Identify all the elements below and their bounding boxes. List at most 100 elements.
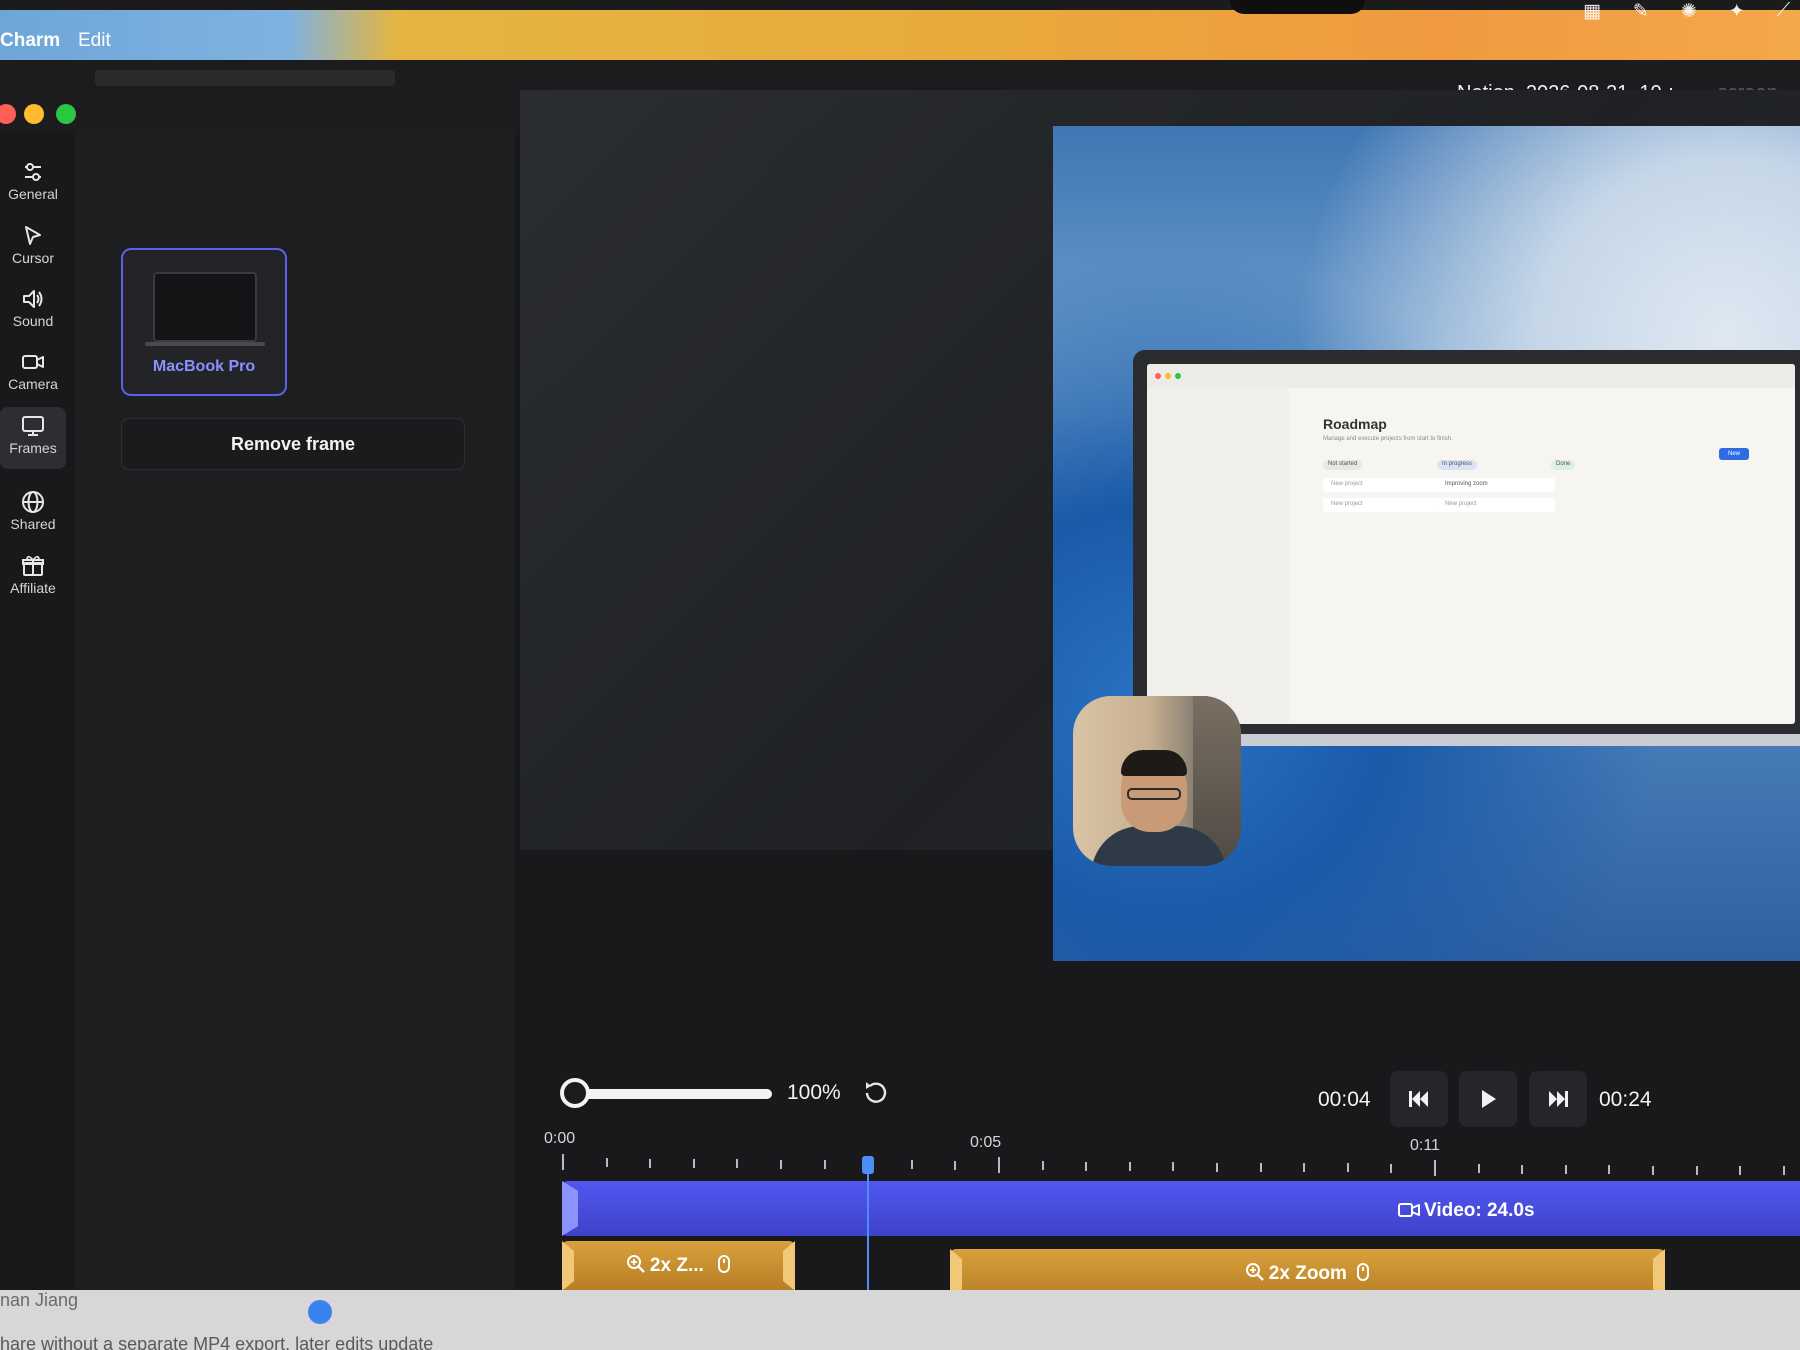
sidebar-item-shared[interactable]: Shared [0, 485, 66, 543]
inner-max-dot [1175, 373, 1181, 379]
inner-column: Improving zoom New project [1437, 478, 1555, 548]
sidebar-item-general[interactable]: General [0, 155, 66, 213]
ruler-tick [1564, 1164, 1567, 1174]
play-icon [1482, 1090, 1496, 1108]
puzzle-icon[interactable]: ✎ [1633, 0, 1649, 22]
ruler-tick [1521, 1164, 1524, 1174]
skip-forward-button[interactable] [1529, 1071, 1587, 1127]
system-menu-bar: Charm Edit ▦ ✎ ✺ ✦ ⟋ [0, 0, 1800, 60]
playhead-line[interactable] [867, 1170, 869, 1293]
ai-icon[interactable]: ✺ [1681, 0, 1697, 22]
sidebar-item-label: Sound [12, 313, 54, 329]
inner-chip-done: Done [1551, 460, 1576, 470]
inner-page-title: Roadmap [1323, 416, 1387, 432]
browser-tab[interactable] [95, 70, 395, 86]
inner-min-dot [1165, 373, 1171, 379]
play-button[interactable] [1459, 1071, 1517, 1127]
inner-card: New project [1437, 498, 1555, 512]
sidebar-item-camera[interactable]: Camera [0, 345, 66, 403]
background-note-text: hare without a separate MP4 export, late… [0, 1334, 434, 1350]
ruler-tick [1782, 1166, 1785, 1176]
sliders-icon [25, 163, 41, 181]
gift-icon [22, 555, 44, 576]
download-badge-icon [308, 1300, 332, 1324]
sidebar-item-affiliate[interactable]: Affiliate [0, 549, 66, 607]
video-track[interactable] [562, 1181, 1800, 1236]
close-window-button[interactable] [0, 104, 16, 124]
maximize-window-button[interactable] [56, 104, 76, 124]
ruler-tick [692, 1158, 695, 1168]
tab-strip [0, 60, 420, 88]
zoom-segment-content: 2x Zoom [950, 1262, 1665, 1285]
ruler-tick [649, 1158, 652, 1168]
frame-option-macbook-pro[interactable]: MacBook Pro [121, 248, 287, 396]
ruler-tick [1390, 1163, 1393, 1173]
sidebar-item-label: Shared [10, 516, 56, 532]
zoom-segment-label: 2x Z... [649, 1255, 704, 1276]
sidebar-item-cursor[interactable]: Cursor [0, 219, 66, 277]
laptop-base [145, 342, 265, 346]
inner-close-dot [1155, 373, 1161, 379]
menu-app-name[interactable]: Charm [0, 30, 60, 52]
ruler-tick [954, 1160, 957, 1170]
sidebar-item-frames[interactable]: Frames [0, 407, 66, 469]
inner-chip-not-started: Not started [1323, 460, 1363, 470]
zoom-segment-1[interactable]: 2x Z... [562, 1241, 795, 1291]
camera-notch [1230, 0, 1365, 14]
frame-option-label: MacBook Pro [152, 358, 256, 375]
speaker-icon [23, 290, 43, 308]
timeline-ruler[interactable]: 0:00 0:05 0:11 [544, 1130, 1800, 1176]
playhead-handle[interactable] [862, 1156, 874, 1174]
camera-icon [22, 355, 44, 369]
tools-icon[interactable]: ⟋ [1777, 0, 1790, 22]
sparkle-icon[interactable]: ✦ [1729, 0, 1745, 22]
inner-new-button: New [1719, 448, 1749, 460]
current-time: 00:04 [1318, 1088, 1371, 1111]
webcam-overlay[interactable] [1073, 696, 1241, 866]
ruler-tick [736, 1159, 739, 1169]
inner-card: New project [1323, 478, 1441, 492]
skip-back-icon [1409, 1091, 1428, 1107]
ruler-tick [1085, 1161, 1088, 1171]
ruler-tick [1346, 1163, 1349, 1173]
ruler-tick [1608, 1165, 1611, 1175]
sidebar-item-sound[interactable]: Sound [0, 282, 66, 340]
frames-settings-panel: MacBook Pro Remove frame [75, 130, 515, 1290]
zoom-in-icon [626, 1255, 645, 1273]
mouse-icon [718, 1255, 731, 1273]
inner-page-subtitle: Manage and execute projects from start t… [1323, 436, 1453, 442]
zoom-slider-handle[interactable] [560, 1078, 590, 1108]
zoom-percentage: 100% [787, 1081, 841, 1104]
inner-sidebar [1147, 388, 1289, 724]
globe-icon [22, 491, 44, 513]
inner-browser-bar [1147, 364, 1795, 388]
ruler-tick [823, 1159, 826, 1169]
cursor-icon [25, 226, 41, 245]
video-preview[interactable]: Roadmap Manage and execute projects from… [1053, 126, 1800, 961]
zoom-in-icon [1245, 1263, 1264, 1281]
status-tray: ▦ ✎ ✺ ✦ ⟋ [1583, 0, 1790, 22]
recorded-screen: Roadmap Manage and execute projects from… [1147, 364, 1795, 724]
sidebar-item-label: General [8, 186, 58, 202]
ruler-tick [1739, 1166, 1742, 1176]
ruler-tick [1041, 1161, 1044, 1171]
skip-back-button[interactable] [1390, 1071, 1448, 1127]
ruler-tick [1652, 1165, 1654, 1175]
minimize-window-button[interactable] [24, 104, 44, 124]
sidebar-item-label: Frames [9, 440, 57, 456]
inner-chip-in-progress: In progress [1437, 460, 1478, 470]
ruler-tick [780, 1159, 782, 1169]
ruler-tick [1216, 1162, 1218, 1172]
ruler-tick [562, 1154, 564, 1170]
remove-frame-button[interactable]: Remove frame [121, 418, 465, 470]
menu-edit[interactable]: Edit [78, 30, 111, 52]
video-track-text: Video: 24.0s [1424, 1200, 1535, 1221]
zoom-slider-track[interactable] [572, 1089, 772, 1099]
sidebar-item-label: Cursor [11, 250, 54, 266]
reset-zoom-icon[interactable] [862, 1078, 890, 1106]
inner-column: New project New project [1323, 478, 1441, 548]
sidebar-item-label: Affiliate [10, 580, 56, 596]
grid-icon[interactable]: ▦ [1583, 0, 1601, 22]
zoom-segment-content: 2x Z... [562, 1254, 795, 1277]
person-glasses [1127, 788, 1181, 800]
